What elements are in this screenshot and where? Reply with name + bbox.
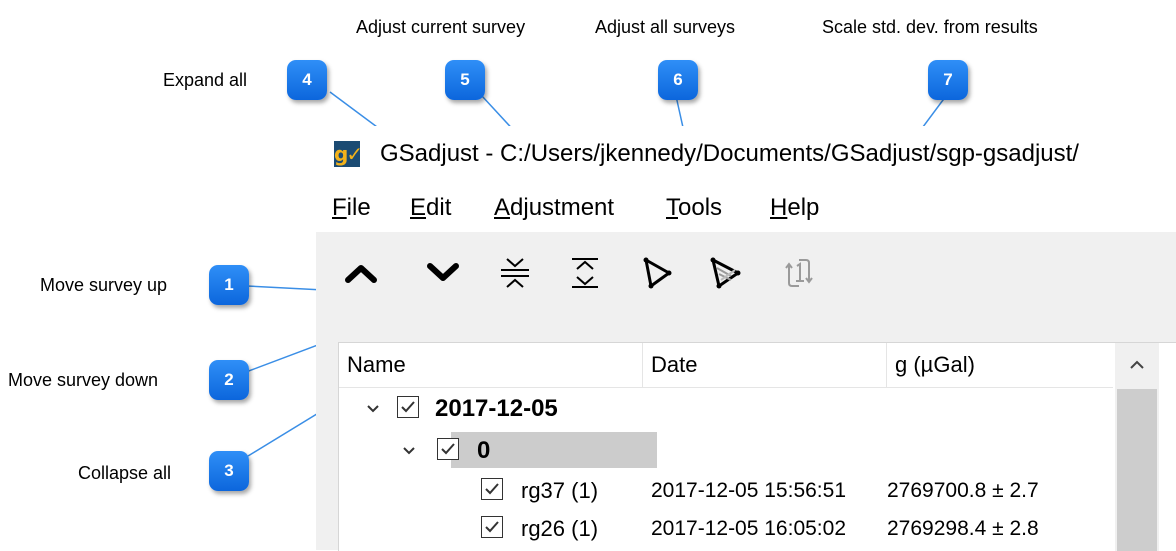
app-logo-icon: g✓ — [334, 141, 363, 167]
callout-label-adjust-current-survey: Adjust current survey — [356, 17, 526, 37]
callout-badge-4: 4 — [287, 60, 327, 100]
adjust-all-surveys-icon — [710, 257, 741, 289]
callout-badge-3: 3 — [209, 451, 249, 491]
adjust-current-survey-icon — [643, 257, 672, 289]
tree-row-station[interactable]: rg37 (1) 2017-12-05 15:56:51 2769700.8 ±… — [339, 471, 1113, 511]
scroll-up-arrow-icon — [1130, 360, 1144, 369]
callout-badge-1: 1 — [209, 265, 249, 305]
station-g-value: 2769298.4 ± 2.8 — [887, 517, 1039, 540]
column-header-name[interactable]: Name — [339, 343, 643, 387]
checkmark-icon — [485, 521, 499, 533]
station-date: 2017-12-05 15:56:51 — [651, 479, 846, 502]
menu-adjustment[interactable]: Adjustment — [494, 194, 614, 222]
scroll-up-button[interactable] — [1115, 343, 1159, 387]
adjust-all-surveys-button[interactable] — [702, 252, 748, 294]
callout-label-move-survey-up: Move survey up — [40, 275, 168, 295]
callout-badge-6: 6 — [658, 60, 698, 100]
loop-name: 0 — [477, 437, 491, 464]
callout-label-expand-all: Expand all — [163, 70, 248, 90]
station-g-value: 2769700.8 ± 2.7 — [887, 479, 1039, 502]
move-up-icon — [345, 265, 377, 283]
survey-tree-view[interactable]: Name Date g (µGal) 2017-12-05 0 rg37 (1)… — [338, 342, 1176, 551]
callout-label-collapse-all: Collapse all — [78, 463, 172, 483]
gsadjust-window: g✓ GSadjust - C:/Users/jkennedy/Document… — [316, 126, 1176, 551]
collapse-all-icon — [501, 258, 529, 288]
column-header-g[interactable]: g (µGal) — [887, 343, 1113, 387]
callout-badge-5: 5 — [445, 60, 485, 100]
title-bar[interactable]: g✓ GSadjust - C:/Users/jkennedy/Document… — [316, 126, 1176, 182]
callout-label-scale-std-dev: Scale std. dev. from results — [822, 17, 1038, 37]
chevron-down-icon[interactable] — [399, 441, 419, 461]
tree-row-survey[interactable]: 2017-12-05 — [339, 389, 1113, 429]
station-name: rg26 (1) — [521, 516, 599, 541]
tree-row-station[interactable]: rg26 (1) 2017-12-05 16:05:02 2769298.4 ±… — [339, 509, 1113, 549]
toolbar — [316, 232, 1176, 312]
move-survey-up-button[interactable] — [338, 252, 384, 294]
checkbox-station[interactable] — [481, 478, 503, 500]
checkmark-icon — [401, 401, 415, 413]
survey-name: 2017-12-05 — [435, 395, 558, 422]
scroll-thumb[interactable] — [1117, 389, 1157, 551]
menu-file[interactable]: File — [332, 194, 371, 222]
callout-badge-2: 2 — [209, 360, 249, 400]
chevron-down-icon[interactable] — [363, 399, 383, 419]
expand-all-button[interactable] — [562, 252, 608, 294]
window-title: GSadjust - C:/Users/jkennedy/Documents/G… — [380, 140, 1079, 167]
vertical-scrollbar[interactable] — [1115, 343, 1159, 551]
scale-std-dev-button[interactable] — [776, 252, 822, 294]
checkbox-station[interactable] — [481, 516, 503, 538]
checkbox-loop[interactable] — [437, 438, 459, 460]
scale-std-dev-icon — [785, 259, 813, 287]
checkbox-survey[interactable] — [397, 396, 419, 418]
callout-badge-7: 7 — [928, 60, 968, 100]
checkmark-icon — [441, 443, 455, 455]
column-header-date[interactable]: Date — [643, 343, 887, 387]
menu-help[interactable]: Help — [770, 194, 819, 222]
tree-header: Name Date g (µGal) — [339, 343, 1113, 388]
menu-edit[interactable]: Edit — [410, 194, 451, 222]
tree-row-loop[interactable]: 0 — [339, 431, 1113, 471]
move-survey-down-button[interactable] — [420, 252, 466, 294]
expand-all-icon — [572, 258, 598, 288]
adjust-current-survey-button[interactable] — [634, 252, 680, 294]
menu-tools[interactable]: Tools — [666, 194, 722, 222]
callout-label-move-survey-down: Move survey down — [8, 370, 159, 390]
menu-bar: File Edit Adjustment Tools Help — [316, 182, 1176, 232]
collapse-all-button[interactable] — [492, 252, 538, 294]
checkmark-icon — [485, 483, 499, 495]
station-name: rg37 (1) — [521, 478, 599, 503]
callout-label-adjust-all-surveys: Adjust all surveys — [595, 17, 736, 37]
station-date: 2017-12-05 16:05:02 — [651, 517, 846, 540]
move-down-icon — [427, 263, 459, 281]
